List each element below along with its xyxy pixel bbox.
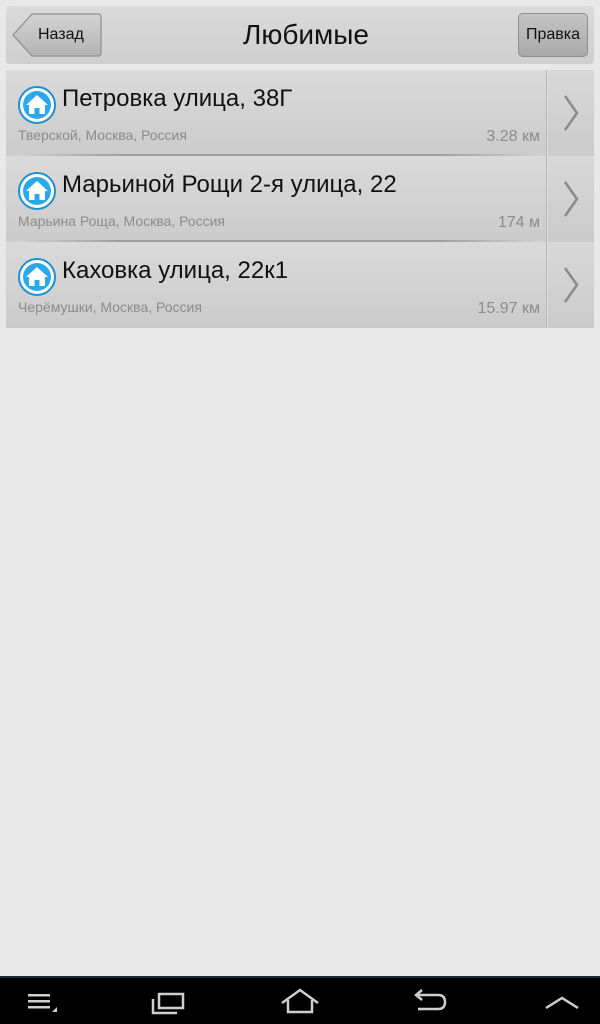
back-icon: [414, 989, 447, 1011]
back-nav-button[interactable]: [408, 978, 452, 1024]
favorite-row-main[interactable]: Петровка улица, 38Г Тверской, Москва, Ро…: [6, 70, 546, 156]
page-title: Любимые: [243, 19, 369, 50]
home-icon: [18, 86, 56, 124]
favorite-address: Черёмушки, Москва, Россия: [18, 299, 202, 315]
home-icon: [281, 988, 319, 1014]
edit-button[interactable]: Правка: [518, 13, 588, 57]
row-detail-button[interactable]: [548, 156, 594, 242]
expand-button[interactable]: [540, 978, 584, 1024]
favorite-address: Марьина Роща, Москва, Россия: [18, 213, 225, 229]
favorites-screen: Назад Любимые Правка Петровка улица, 38Г…: [0, 0, 600, 1024]
home-icon: [18, 258, 56, 296]
favorite-row[interactable]: Каховка улица, 22к1 Черёмушки, Москва, Р…: [6, 242, 594, 328]
favorite-row-main[interactable]: Каховка улица, 22к1 Черёмушки, Москва, Р…: [6, 242, 546, 328]
home-icon: [18, 172, 56, 210]
row-detail-button[interactable]: [548, 242, 594, 328]
favorite-distance: 15.97 км: [477, 300, 540, 317]
recent-apps-icon: [151, 992, 185, 1015]
favorite-name: Петровка улица, 38Г: [62, 85, 293, 112]
favorite-distance: 174 м: [497, 214, 540, 231]
back-button-label: Назад: [38, 26, 84, 43]
recent-apps-button[interactable]: [148, 978, 192, 1024]
chevron-right-icon: [563, 95, 579, 131]
favorite-address: Тверской, Москва, Россия: [18, 127, 187, 143]
menu-button[interactable]: [20, 978, 64, 1024]
header-bar: Назад Любимые Правка: [6, 6, 594, 64]
favorite-row[interactable]: Петровка улица, 38Г Тверской, Москва, Ро…: [6, 70, 594, 156]
favorite-name: Марьиной Рощи 2-я улица, 22: [62, 171, 397, 198]
chevron-right-icon: [563, 181, 579, 217]
system-navigation-bar: [0, 976, 600, 1024]
favorite-row-main[interactable]: Марьиной Рощи 2-я улица, 22 Марьина Роща…: [6, 156, 546, 242]
back-button[interactable]: Назад: [12, 13, 102, 57]
chevron-up-icon: [545, 996, 579, 1010]
favorite-name: Каховка улица, 22к1: [62, 257, 289, 284]
chevron-right-icon: [563, 267, 579, 303]
row-detail-button[interactable]: [548, 70, 594, 156]
favorites-list: Петровка улица, 38Г Тверской, Москва, Ро…: [6, 70, 594, 328]
favorite-row[interactable]: Марьиной Рощи 2-я улица, 22 Марьина Роща…: [6, 156, 594, 242]
menu-icon: [28, 994, 57, 1012]
favorite-distance: 3.28 км: [486, 128, 540, 145]
home-button[interactable]: [278, 978, 322, 1024]
